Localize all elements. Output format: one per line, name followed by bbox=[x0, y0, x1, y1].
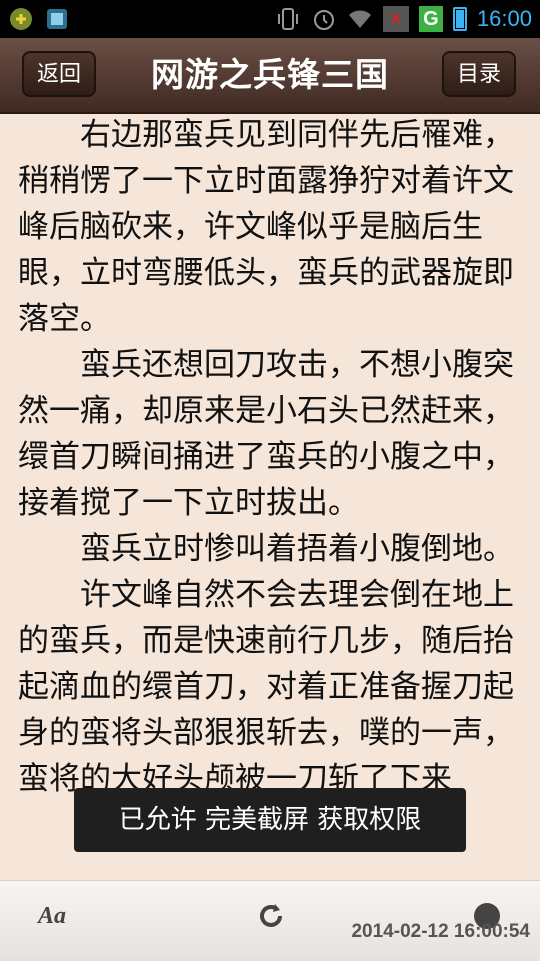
screenshot-app-icon bbox=[47, 9, 67, 29]
paragraph: 蛮兵立时惨叫着捂着小腹倒地。 bbox=[80, 531, 514, 567]
screenshot-timestamp: 2014-02-12 16:00:54 bbox=[351, 921, 530, 942]
no-signal-icon: ✕ bbox=[382, 6, 409, 32]
vibrate-icon bbox=[277, 8, 298, 30]
app-notification-icon bbox=[10, 8, 32, 30]
title-bar: 返回 网游之兵锋三国 目录 bbox=[0, 38, 540, 114]
status-bar: ✕ G 16:00 bbox=[0, 0, 540, 38]
paragraph: 蛮兵还想回刀攻击，不想小腹突然一痛，却原来是小石头已然赶来，缳首刀瞬间捅进了蛮兵… bbox=[18, 347, 514, 521]
alarm-icon bbox=[313, 10, 334, 30]
paragraph: 许文峰自然不会去理会倒在地上的蛮兵，而是快速前行几步，随后抬起滴血的缳首刀，对着… bbox=[18, 577, 514, 797]
status-time: 16:00 bbox=[476, 6, 532, 31]
paragraph: 右边那蛮兵见到同伴先后罹难，稍稍愣了一下立时面露狰狞对着许文峰后脑砍来，许文峰似… bbox=[18, 117, 514, 337]
network-type-badge: G bbox=[418, 6, 443, 32]
reading-content[interactable]: 右边那蛮兵见到同伴先后罹难，稍稍愣了一下立时面露狰狞对着许文峰后脑砍来，许文峰似… bbox=[18, 112, 526, 880]
bottom-toolbar: Aa 2014-02-12 16:00:54 bbox=[0, 880, 540, 961]
back-button[interactable]: 返回 bbox=[22, 51, 96, 97]
wifi-icon bbox=[348, 10, 371, 28]
permission-toast: 已允许 完美截屏 获取权限 bbox=[74, 788, 466, 852]
font-settings-button[interactable]: Aa bbox=[38, 903, 66, 930]
table-of-contents-button[interactable]: 目录 bbox=[442, 51, 516, 97]
battery-icon bbox=[452, 7, 467, 31]
refresh-icon[interactable] bbox=[256, 901, 286, 931]
book-title: 网游之兵锋三国 bbox=[151, 55, 389, 94]
